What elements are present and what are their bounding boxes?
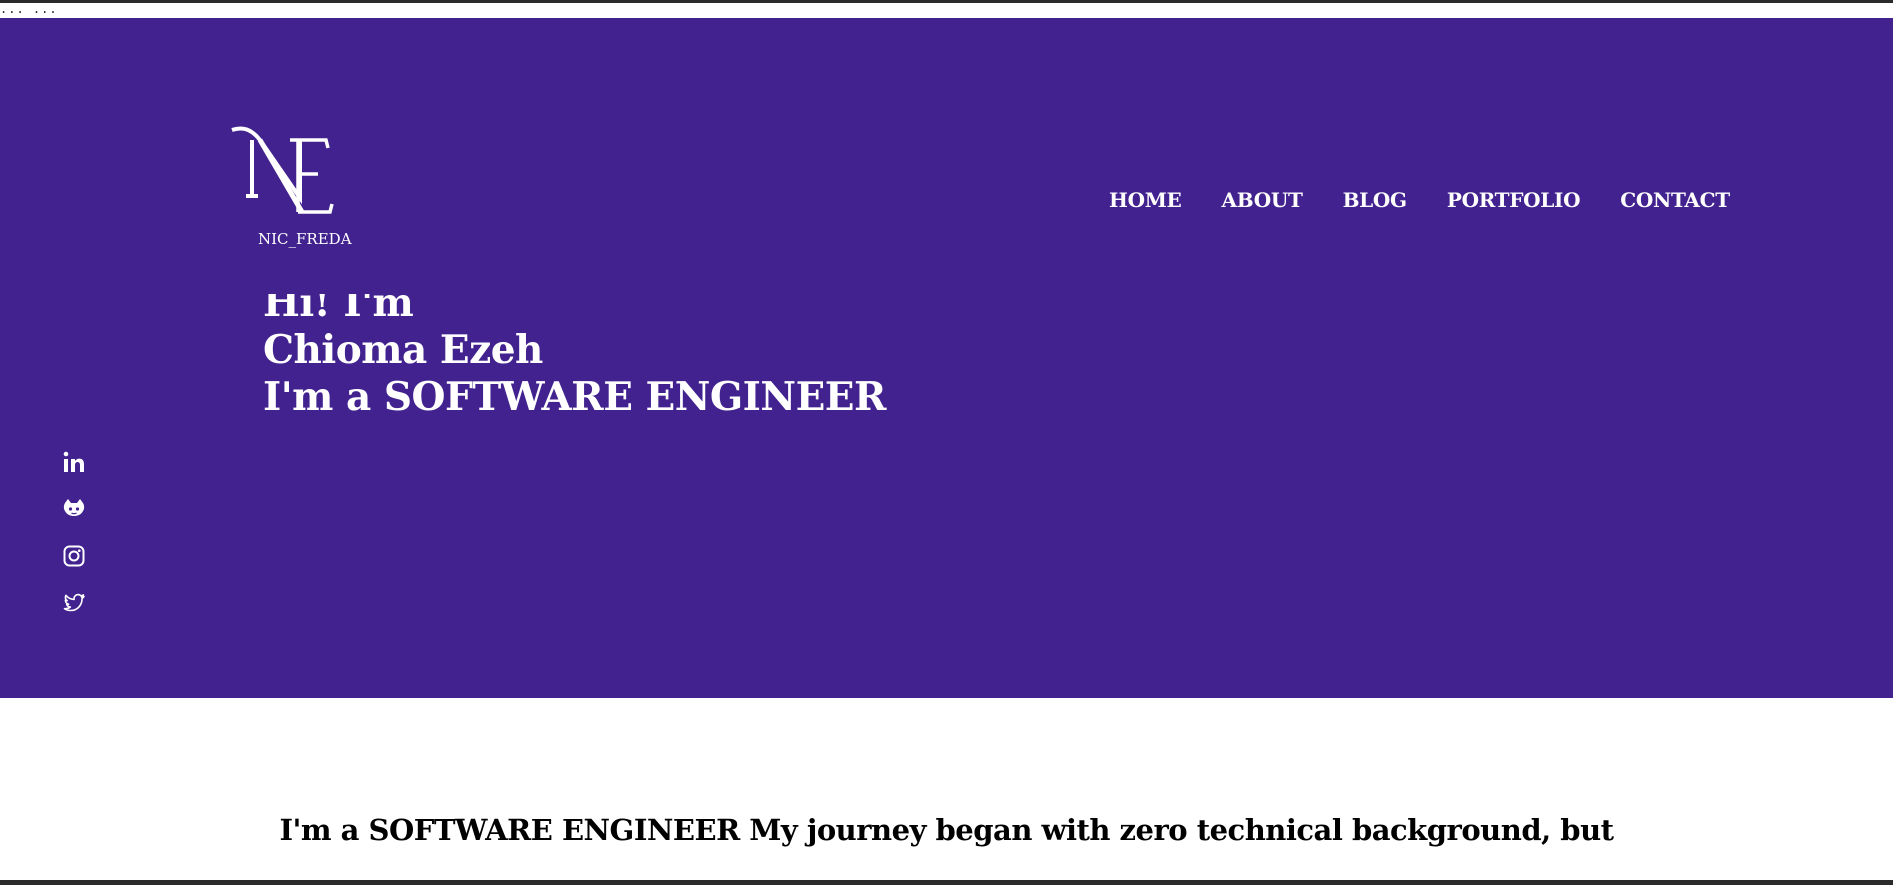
browser-top-strip: ... ... [0,0,1893,18]
nav-home[interactable]: HOME [1109,188,1182,212]
hero-section: NIC_FREDA HOME ABOUT BLOG PORTFOLIO CONT… [0,18,1893,698]
loading-dots: ... ... [0,2,58,16]
browser-bottom-strip [0,880,1893,885]
hero-role: I'm a SOFTWARE ENGINEER [263,374,886,420]
linkedin-icon [63,451,84,472]
twitter-icon [63,593,85,612]
about-line-1: I'm a SOFTWARE ENGINEER My journey began… [279,813,1614,847]
nav-about[interactable]: ABOUT [1222,188,1303,212]
social-links [62,450,86,615]
hero-greeting: Hi! I'm [263,294,414,326]
site-logo[interactable]: NIC_FREDA [230,126,360,266]
hero-headline: Hi! I'm Chioma Ezeh I'm a SOFTWARE ENGIN… [263,280,886,421]
main-nav: HOME ABOUT BLOG PORTFOLIO CONTACT [1109,188,1730,212]
nic-freda-logo-icon: NIC_FREDA [231,126,352,248]
twitter-link[interactable] [62,591,86,615]
about-intro: I'm a SOFTWARE ENGINEER My journey began… [0,810,1893,850]
github-icon [63,499,85,516]
hero-name: Chioma Ezeh [263,327,543,373]
linkedin-link[interactable] [62,450,86,474]
github-link[interactable] [62,497,86,521]
logo-wordmark: NIC_FREDA [258,230,352,248]
nav-blog[interactable]: BLOG [1343,188,1408,212]
instagram-link[interactable] [62,544,86,568]
nav-portfolio[interactable]: PORTFOLIO [1447,188,1581,212]
nav-contact[interactable]: CONTACT [1620,188,1730,212]
instagram-icon [63,545,85,567]
hero-greeting-wrap: Hi! I'm [263,294,886,327]
